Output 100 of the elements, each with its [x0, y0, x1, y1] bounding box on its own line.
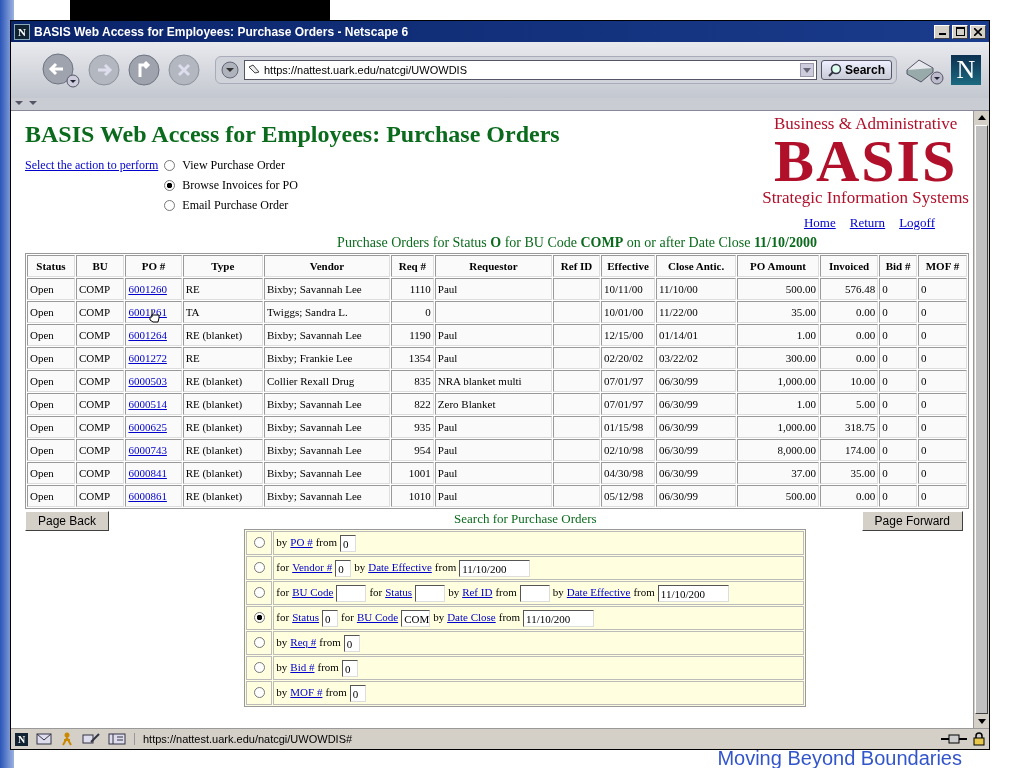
address-book-icon[interactable] [108, 732, 126, 746]
search-radio[interactable] [253, 611, 265, 623]
logo-wordmark: BASIS [773, 133, 958, 189]
search-label: for [276, 560, 290, 573]
table-cell: COMP [75, 301, 125, 323]
search-label: for [341, 610, 354, 623]
table-cell: 04/30/98 [601, 462, 655, 484]
search-field-link[interactable]: Status [292, 610, 320, 623]
bookmark-icon [247, 63, 261, 77]
table-cell: 0 [917, 462, 967, 484]
search-label: by [276, 535, 288, 548]
action-radio[interactable] [164, 160, 176, 171]
input-field[interactable]: 0 [341, 659, 358, 677]
table-cell: 0 [917, 439, 967, 461]
table-cell: RE (blanket) [182, 485, 263, 507]
table-cell: 11/22/00 [656, 301, 737, 323]
collapse-icon[interactable] [13, 98, 25, 108]
page-back-button[interactable]: Page Back [25, 511, 110, 531]
search-field-link[interactable]: PO # [290, 535, 313, 548]
composer-icon[interactable] [82, 732, 100, 746]
input-field[interactable]: 11/10/200 [459, 559, 531, 577]
page-forward-button[interactable]: Page Forward [861, 511, 963, 531]
column-header: Requestor [434, 255, 553, 277]
table-cell: Open [27, 324, 75, 346]
dropdown-icon[interactable] [220, 60, 240, 80]
table-cell: Bixby; Savannah Lee [263, 439, 390, 461]
search-radio[interactable] [253, 536, 265, 548]
minimize-button[interactable] [934, 24, 950, 39]
table-cell: 37.00 [737, 462, 819, 484]
lock-icon [973, 732, 985, 746]
table-cell: 0 [917, 416, 967, 438]
search-radio[interactable] [253, 586, 265, 598]
table-cell: 1010 [390, 485, 434, 507]
action-radio[interactable] [164, 180, 176, 191]
search-radio[interactable] [253, 561, 265, 573]
input-field[interactable]: 0 [322, 609, 339, 627]
search-radio[interactable] [253, 636, 265, 648]
search-field-link[interactable]: Ref ID [462, 585, 493, 598]
action-label: Email Purchase Order [182, 198, 289, 213]
action-radio[interactable] [164, 200, 176, 211]
input-field[interactable] [336, 584, 367, 602]
input-field[interactable]: 0 [349, 684, 366, 702]
input-field[interactable]: 0 [340, 534, 357, 552]
search-field-link[interactable]: Date Effective [368, 560, 432, 573]
table-cell: 0 [879, 439, 917, 461]
maximize-icon [955, 27, 965, 36]
search-field-link[interactable]: Bid # [290, 660, 315, 673]
status-url: https://nattest.uark.edu/natcgi/UWOWDIS# [134, 733, 933, 745]
input-field[interactable]: 11/10/200 [657, 584, 729, 602]
search-field-link[interactable]: Date Close [447, 610, 496, 623]
search-field-link[interactable]: Date Effective [566, 585, 631, 598]
dropdown-icon[interactable] [799, 63, 814, 77]
table-cell: COMP [75, 278, 125, 300]
close-button[interactable] [970, 24, 986, 39]
nav-link[interactable]: Home [803, 215, 836, 231]
table-cell: 1.00 [737, 324, 819, 346]
input-field[interactable]: 0 [335, 559, 352, 577]
maximize-button[interactable] [952, 24, 968, 39]
action-label: View Purchase Order [182, 158, 285, 173]
results-caption: Purchase Orders for Status O for BU Code COMP on or after Date Close 11/10/2000 [336, 235, 818, 251]
table-cell: Twiggs; Sandra L. [263, 301, 390, 323]
column-header: Status [27, 255, 75, 277]
back-icon[interactable] [41, 52, 81, 88]
search-field-link[interactable]: Status [385, 585, 413, 598]
search-field-link[interactable]: BU Code [356, 610, 399, 623]
input-field[interactable] [519, 584, 550, 602]
search-field-link[interactable]: BU Code [292, 585, 334, 598]
search-field-link[interactable]: MOF # [290, 685, 323, 698]
navigator-icon[interactable]: N [15, 732, 28, 746]
search-radio[interactable] [253, 661, 265, 673]
input-field[interactable]: 11/10/200 [523, 609, 595, 627]
search-button[interactable]: Search [820, 60, 892, 80]
table-cell: Collier Rexall Drug [263, 370, 390, 392]
action-prompt-link[interactable]: Select the action to perform [25, 158, 159, 213]
collapse-icon[interactable] [27, 98, 39, 108]
mail-icon[interactable] [36, 733, 52, 745]
column-header: Bid # [879, 255, 917, 277]
table-cell: Open [27, 439, 75, 461]
reload-icon[interactable] [127, 53, 161, 87]
input-field[interactable]: COM [401, 609, 431, 627]
brand-logo: N [951, 55, 981, 85]
table-cell: 12/15/00 [601, 324, 655, 346]
table-cell: Open [27, 393, 75, 415]
search-field-link[interactable]: Req # [290, 635, 317, 648]
input-field[interactable] [415, 584, 446, 602]
input-field[interactable]: 0 [343, 634, 360, 652]
table-cell: Open [27, 301, 75, 323]
table-cell: COMP [75, 439, 125, 461]
nav-link[interactable]: Return [849, 215, 886, 231]
nav-link[interactable]: Logoff [899, 215, 935, 231]
vertical-scrollbar[interactable] [973, 111, 989, 728]
column-header: BU [75, 255, 125, 277]
table-cell: 35.00 [737, 301, 819, 323]
search-radio[interactable] [253, 686, 265, 698]
table-cell: 0 [917, 347, 967, 369]
table-cell: Paul [434, 324, 553, 346]
close-icon [974, 27, 982, 36]
search-field-link[interactable]: Vendor # [292, 560, 333, 573]
table-cell: 318.75 [819, 416, 879, 438]
address-field[interactable]: https://nattest.uark.edu/natcgi/UWOWDIS [244, 60, 817, 80]
